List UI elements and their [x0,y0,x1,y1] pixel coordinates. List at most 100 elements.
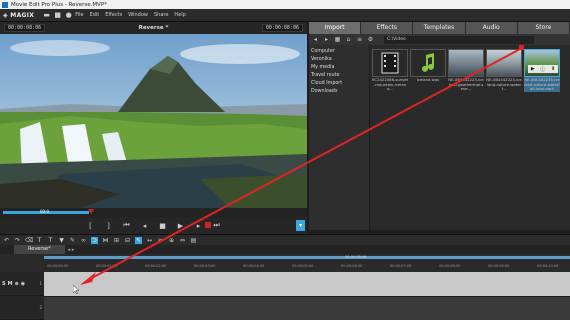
back-icon[interactable]: ◂ [312,36,319,43]
file-name: NE-0BC442245-iceland-nature-waterfall-lu… [524,77,560,91]
menu-edit[interactable]: Edit [90,12,100,18]
link-icon[interactable]: ∞ [80,237,87,244]
file-name: 0C2422066-sunset-mountain-iceland... [372,77,408,91]
pointer-icon[interactable]: ↖ [135,236,142,244]
tab-nav-icon[interactable]: ◂ ▸ [68,247,75,253]
file-item[interactable]: 0C2422066-sunset-mountain-iceland... [372,49,408,92]
track-number: 2 [39,305,42,310]
video-thumbnail [448,49,484,77]
delete-icon[interactable]: ⌫ [25,237,33,244]
previous-marker-icon[interactable]: ⏮ [122,221,131,230]
list-icon[interactable]: ≡ [356,36,363,43]
path-field[interactable]: C:\Video [384,35,534,44]
folder-icon[interactable]: ▬ [42,11,51,20]
menu-file[interactable]: File [75,12,83,18]
cut-icon[interactable]: ✂ [157,237,164,244]
ruler-tick: 00:00:04:00 [243,264,265,268]
view-icon[interactable]: ▦ [334,36,341,43]
settings-icon[interactable]: ⚙ [367,36,374,43]
pen-icon[interactable]: ✎ [69,237,76,244]
track-number: 1 [39,281,42,286]
track-header-1: S M ⊕ ◉ 1 [0,272,44,296]
tab-import[interactable]: Import [309,22,361,34]
forward-icon[interactable]: ▸ [323,36,330,43]
video-preview[interactable] [0,34,307,208]
file-item-selected[interactable]: ▶ ⓘ ⬇ NE-0BC442245-iceland-nature-waterf… [524,49,560,92]
timeline-scrollbar[interactable] [44,256,570,259]
marker-icon[interactable]: ▼ [58,237,65,244]
mark-out-icon[interactable]: ] [104,222,113,230]
tab-effects[interactable]: Effects [361,22,413,34]
preview-play-icon[interactable]: ▶ [531,66,535,72]
arrangement-tabs: Reverse* ◂ ▸ [0,245,570,254]
tab-arrangement[interactable]: Reverse* [14,245,65,254]
visibility-icon[interactable]: ◉ [21,281,25,287]
play-icon[interactable]: ▶ [176,222,185,230]
split-icon[interactable]: ⋈ [102,237,109,244]
timecode-position[interactable]: 00:00:08:06 [4,24,46,32]
next-marker-icon[interactable]: ⏭ [212,221,221,230]
stop-icon[interactable]: ■ [158,222,167,230]
info-icon[interactable]: ⓘ [540,66,545,73]
zoom-icon[interactable]: ⊕ [168,237,175,244]
media-pool-tabs: Import Effects Templates Audio Store [309,22,570,34]
ungroup-icon[interactable]: ⊟ [124,237,131,244]
menu-help[interactable]: Help [174,12,185,18]
storyboard-icon[interactable]: ▤ [190,237,197,244]
source-item-my-media[interactable]: My media [309,63,369,71]
track-header-2: 2 [0,296,44,320]
solo-button[interactable]: S [2,281,6,287]
group-icon[interactable]: ⊞ [113,237,120,244]
folder-up-icon[interactable]: ⌂ [345,36,352,43]
ruler-tick: 00:00:03:00 [194,264,216,268]
timeline-track-2[interactable] [44,297,570,320]
music-note-icon [410,49,446,77]
undo-icon[interactable]: ↶ [3,237,10,244]
file-item[interactable]: Iceland.wav [410,49,446,83]
timeline-ruler[interactable]: 00:00:00:00 00:00:01:00 00:00:02:00 00:0… [44,260,570,272]
file-item[interactable]: NE-0B4442223-iceland-geothermal-seve... [448,49,484,92]
source-item-computer[interactable]: Computer [309,47,369,55]
tab-store[interactable]: Store [517,22,570,34]
tab-templates[interactable]: Templates [413,22,465,34]
app-icon [2,1,8,8]
effects-toggle-icon[interactable]: ▾ [296,220,305,231]
source-item-cloud-import[interactable]: Cloud Import [309,79,369,87]
preview-scrubber[interactable]: 00:0 [0,208,307,217]
record-icon[interactable]: ● [64,11,73,20]
scrubber-handle[interactable] [88,209,94,214]
media-toolbar: ◂ ▸ ▦ ⌂ ≡ ⚙ C:\Video [309,34,570,45]
mute-button[interactable]: M [8,281,13,287]
ruler-tick: 00:00:00:00 [47,264,69,268]
step-back-icon[interactable]: ◂ [140,222,149,230]
ruler-tick: 00:00:02:00 [145,264,167,268]
title-icon[interactable]: T [36,237,43,244]
menu-bar: ◈ MAGIX ▬ ■ ● File Edit Effects Window S… [0,9,570,22]
timeline-track-1[interactable] [44,272,570,296]
source-item-downloads[interactable]: Downloads [309,87,369,95]
download-icon[interactable]: ⬇ [551,66,555,72]
magix-logo: ◈ MAGIX [3,11,35,19]
timecode-duration[interactable]: 00:00:08:06 [261,24,303,32]
redo-icon[interactable]: ↷ [14,237,21,244]
range-icon[interactable]: ↔ [146,237,153,244]
file-grid: 0C2422066-sunset-mountain-iceland... Ice… [370,45,570,230]
video-thumbnail: ▶ ⓘ ⬇ [524,49,560,77]
mark-in-icon[interactable]: [ [86,222,95,230]
playhead-timecode: 00:00:08:06 [345,255,367,259]
menu-window[interactable]: Window [128,12,148,18]
lock-icon[interactable]: ⊕ [15,281,19,287]
scrubber-time: 00:0 [40,209,49,214]
menu-share[interactable]: Share [154,12,168,18]
record-button[interactable] [205,222,211,228]
save-icon[interactable]: ■ [53,11,62,20]
menu-effects[interactable]: Effects [105,12,122,18]
step-forward-icon[interactable]: ▸ [194,222,203,230]
stretch-icon[interactable]: ⇔ [179,237,186,244]
magnet-icon[interactable]: ⊃ [91,236,98,244]
file-item[interactable]: NE-0B4442224-iceland-nature-waterf... [486,49,522,92]
tab-audio[interactable]: Audio [465,22,517,34]
source-item-travel-route[interactable]: Travel route [309,71,369,79]
text-icon[interactable]: T [47,237,54,244]
source-item-veronika[interactable]: Veronika [309,55,369,63]
